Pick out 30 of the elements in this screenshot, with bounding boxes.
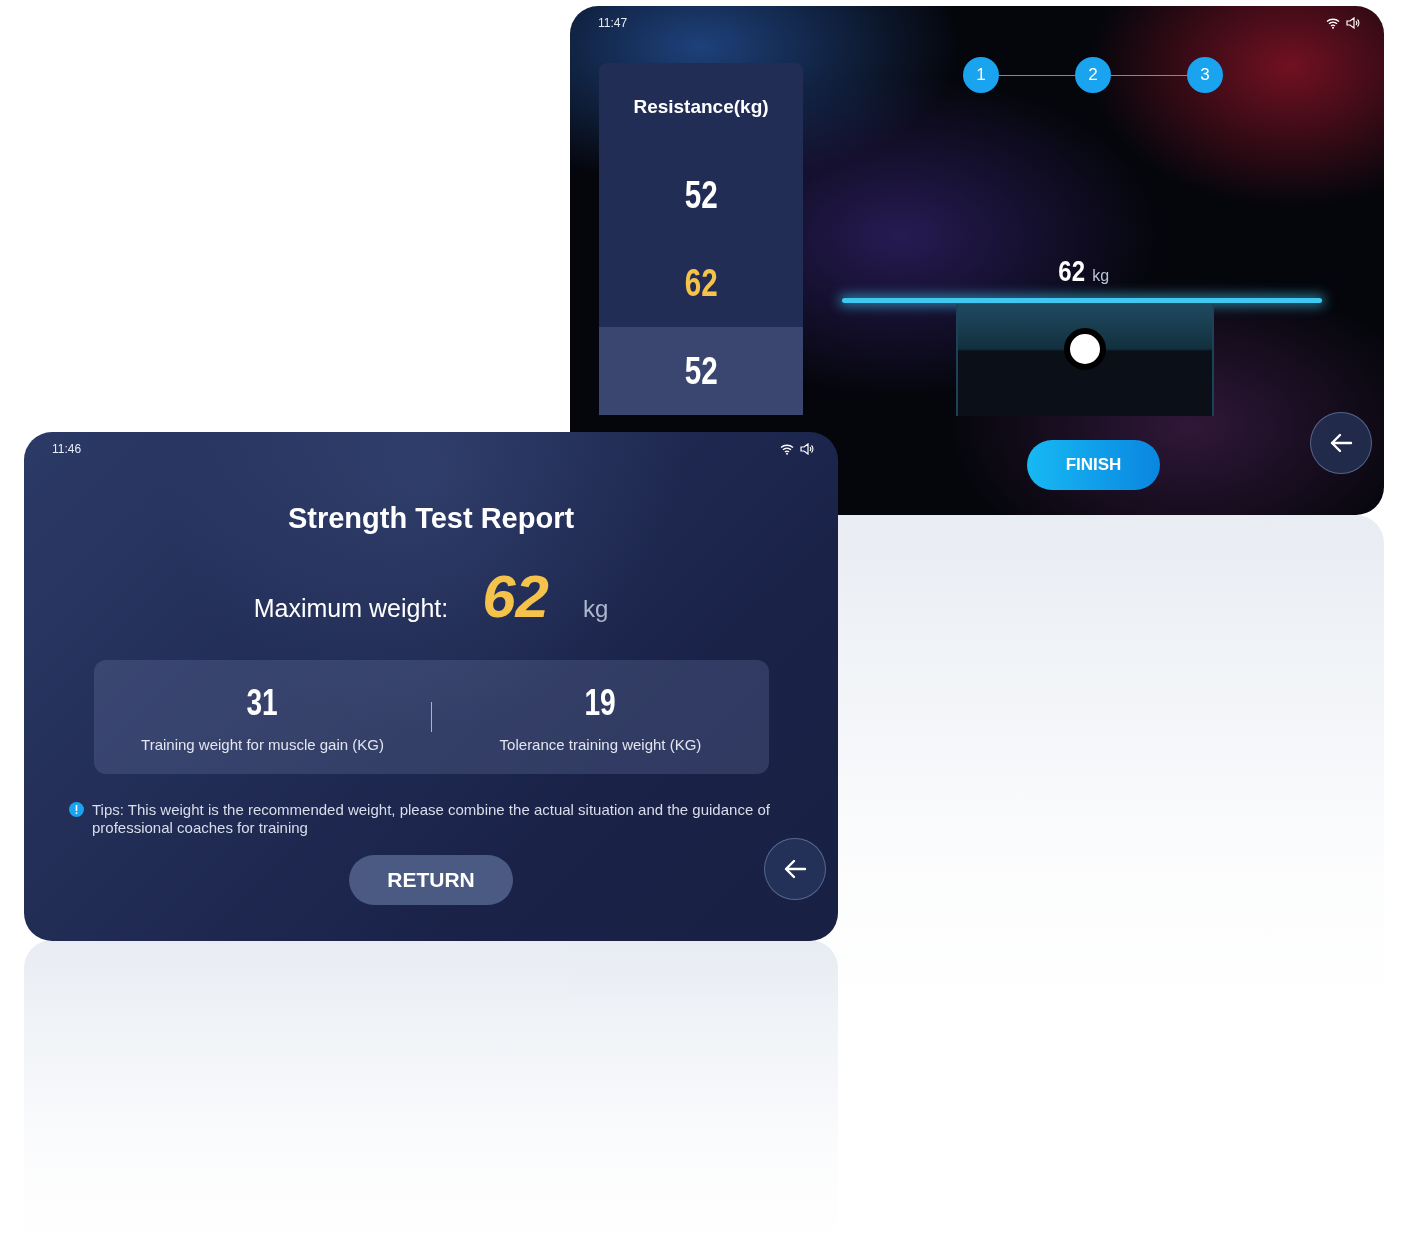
step-indicator: 2 [1075, 57, 1111, 93]
wifi-icon [780, 443, 794, 455]
back-arrow-icon [783, 859, 807, 879]
tip-text: Tips: This weight is the recommended weight, please combine the actual situation and the guidance of professional coaches for training [92, 801, 771, 837]
picker-value: 52 [684, 173, 718, 217]
status-time: 11:46 [52, 442, 82, 456]
back-arrow-icon [1329, 433, 1353, 453]
max-weight-unit: kg [582, 595, 609, 623]
stat-label: Training weight for muscle gain (KG) [141, 735, 384, 753]
picker-title: Resistance(kg) [633, 96, 769, 118]
stat-value: 31 [246, 681, 279, 724]
step-indicator: 1 [963, 57, 999, 93]
max-weight-label: Maximum weight: [253, 594, 449, 623]
speaker-icon [800, 443, 814, 455]
stat-value: 19 [584, 681, 617, 724]
info-icon [69, 802, 84, 817]
max-weight-value: 62 [482, 562, 549, 631]
picker-value: 62 [684, 261, 718, 305]
stat-label: Tolerance training weight (KG) [499, 735, 702, 753]
weight-unit: kg [1092, 267, 1110, 285]
speaker-icon [1346, 17, 1360, 29]
picker-row[interactable]: 52 [599, 327, 803, 415]
step-indicator: 3 [1187, 57, 1223, 93]
status-time: 11:47 [598, 16, 628, 30]
resistance-picker[interactable]: Resistance(kg) 52 62 52 [599, 63, 803, 415]
report-title: Strength Test Report [287, 502, 575, 534]
weight-reading: 62 [1058, 254, 1085, 288]
return-button[interactable]: RETURN [349, 855, 513, 905]
picker-value: 52 [684, 349, 718, 393]
wifi-icon [1326, 17, 1340, 29]
